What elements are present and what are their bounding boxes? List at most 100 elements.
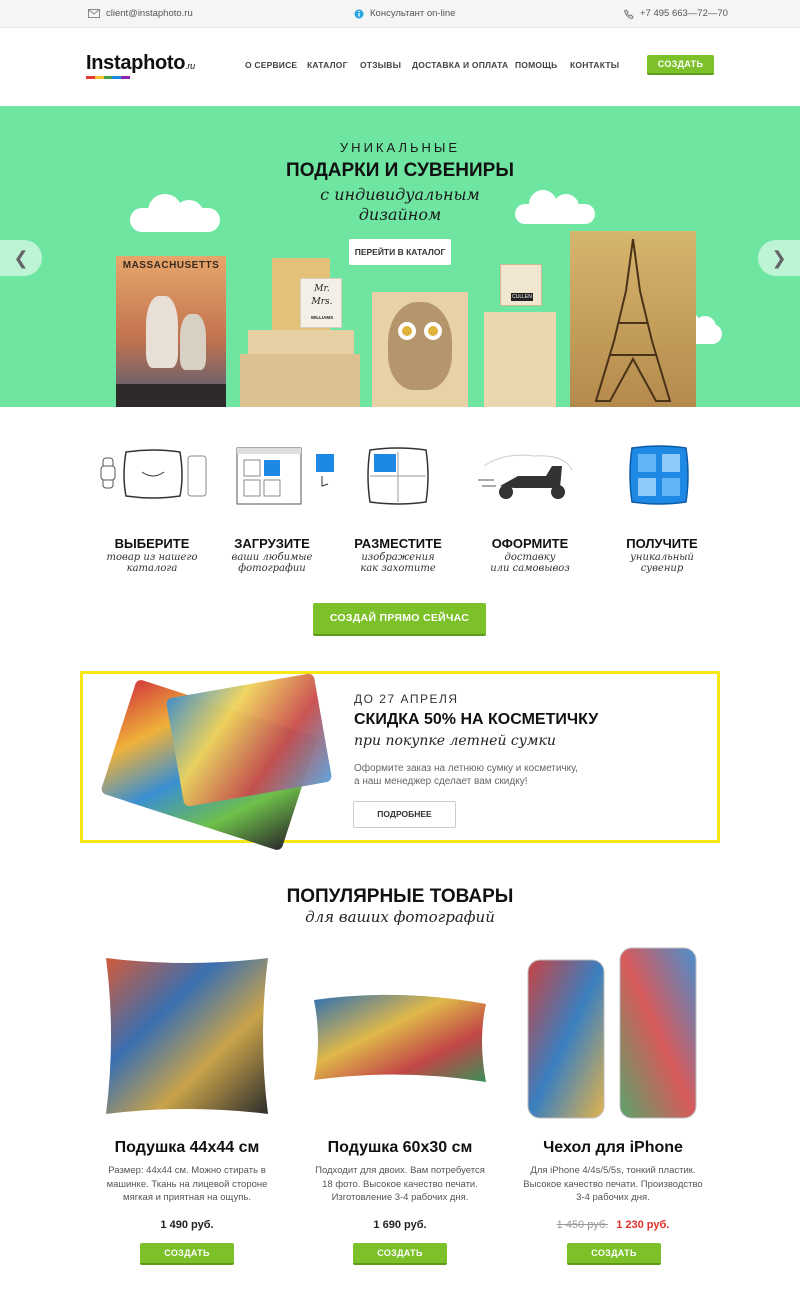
card-line-2: Mrs. (311, 297, 333, 307)
mr-mrs-card: Mr. Mrs. WILLIAMS (300, 278, 342, 328)
step-2-title: ЗАГРУЗИТЕ (234, 536, 310, 551)
eiffel-tower-icon (594, 238, 672, 402)
promo-title: СКИДКА 50% НА КОСМЕТИЧКУ (354, 711, 599, 728)
chevron-left-icon: ❮ (13, 247, 29, 268)
chevron-right-icon: ❯ (771, 247, 787, 268)
product-1-create-button[interactable]: СОЗДАТЬ (140, 1243, 234, 1265)
product-1-desc-line-2: машинке. Ткань на лицевой стороне (106, 1178, 268, 1190)
logo-text: Instaphoto (86, 52, 186, 74)
cullen-label: CULLEN (511, 293, 533, 301)
product-3-name[interactable]: Чехол для iPhone (503, 1139, 723, 1157)
top-bar: client@instaphoto.ru Консультант on-line… (0, 0, 800, 28)
product-3-desc-line-3: 3-4 рабочих дня. (576, 1192, 650, 1203)
promo-text-line-1: Оформите заказ на летнюю сумку и космети… (354, 763, 578, 774)
promo-date: ДО 27 АПРЕЛЯ (354, 692, 459, 706)
product-3-price-block: 1 450 руб. 1 230 руб. (513, 1219, 713, 1231)
product-2-create-button[interactable]: СОЗДАТЬ (353, 1243, 447, 1265)
product-2-description: Подходит для двоих. Вам потребуется 18 ф… (300, 1164, 500, 1205)
product-1-image[interactable] (102, 954, 272, 1118)
step-5-sub-line-1: уникальный (630, 552, 694, 563)
product-3-old-price: 1 450 руб. (556, 1219, 609, 1231)
step-3-sub-line-1: изображения (361, 552, 435, 563)
poster-text: MASSACHUSETTS (122, 260, 220, 271)
step-1-title: ВЫБЕРИТЕ (114, 536, 190, 551)
step-1-sub-line-1: товар из нашего (106, 552, 198, 563)
step-4-sub: доставку или самовывоз (465, 552, 595, 574)
header-create-button[interactable]: СОЗДАТЬ (647, 55, 714, 75)
scooter-icon (478, 454, 573, 499)
consultant-text: Консультант on-line (370, 8, 456, 19)
promo-details-button[interactable]: ПОДРОБНЕЕ (353, 801, 456, 828)
phone-text: +7 495 663—72—70 (640, 8, 728, 19)
nav-contacts[interactable]: КОНТАКТЫ (570, 60, 619, 70)
step-upload-illustration (236, 446, 340, 506)
pillow-44-image (106, 958, 268, 1114)
create-now-button[interactable]: СОЗДАЙ ПРЯМО СЕЙЧАС (313, 603, 486, 636)
step-3-sub: изображения как захотите (333, 552, 463, 574)
product-3-description: Для iPhone 4/4s/5/5s, тонкий пластик. Вы… (513, 1164, 713, 1205)
iphone-case-image (527, 947, 697, 1119)
owl-wood-print (372, 292, 468, 407)
nav-catalog[interactable]: КАТАЛОГ (307, 60, 348, 70)
product-1-desc-line-1: Размер: 44х44 см. Можно стирать в (108, 1165, 266, 1176)
product-1-description: Размер: 44х44 см. Можно стирать в машинк… (87, 1164, 287, 1205)
step-3-title: РАЗМЕСТИТЕ (354, 536, 442, 551)
product-3-desc-line-2: Высокое качество печати. Производство (523, 1178, 703, 1190)
massachusetts-poster: MASSACHUSETTS (116, 256, 226, 407)
gift-pillow-icon (629, 445, 689, 505)
phone-contact[interactable]: +7 495 663—72—70 (624, 8, 728, 19)
product-1-name[interactable]: Подушка 44х44 см (77, 1139, 297, 1157)
consultant-online[interactable]: Консультант on-line (354, 8, 455, 19)
step-5-title: ПОЛУЧИТЕ (626, 536, 698, 551)
slider-next-button[interactable]: ❯ (758, 240, 800, 276)
step-4-sub-line-1: доставку (504, 552, 556, 563)
step-5-sub: уникальный сувенир (597, 552, 727, 574)
email-contact[interactable]: client@instaphoto.ru (88, 8, 193, 19)
card-line-3: WILLIAMS (310, 315, 334, 320)
product-2-desc-line-3: Изготовление 3-4 рабочих дня. (331, 1192, 469, 1203)
promo-text-line-2: а наш менеджер сделает вам скидку! (354, 776, 528, 787)
nav-about[interactable]: О СЕРВИСЕ (245, 60, 297, 70)
pillow-60-image (314, 994, 486, 1082)
nav-delivery[interactable]: ДОСТАВКА И ОПЛАТА (412, 60, 508, 70)
product-2-name[interactable]: Подушка 60х30 см (290, 1139, 510, 1157)
pillow-layout-icon (367, 447, 429, 505)
pedestal-1 (248, 330, 354, 354)
step-delivery-illustration (474, 446, 578, 506)
product-3-image[interactable] (526, 946, 698, 1120)
step-5-sub-line-2: сувенир (640, 563, 684, 574)
product-1-desc-line-3: мягкая и приятная на ощупь. (123, 1192, 251, 1203)
product-2-price: 1 690 руб. (373, 1219, 427, 1231)
promo-subtitle: при покупке летней сумки (354, 733, 556, 749)
product-3-desc-line-1: Для iPhone 4/4s/5/5s, тонкий пластик. (530, 1165, 696, 1176)
card-line-1: Mr. (314, 284, 330, 294)
product-2-image[interactable] (310, 990, 490, 1090)
step-1-sub: товар из нашего каталога (87, 552, 217, 574)
email-text: client@instaphoto.ru (106, 8, 193, 19)
step-4-sub-line-2: или самовывоз (490, 563, 570, 574)
step-4-title: ОФОРМИТЕ (491, 536, 569, 551)
slider-prev-button[interactable]: ❮ (0, 240, 42, 276)
nav-help[interactable]: ПОМОЩЬ (515, 60, 557, 70)
pedestal-3 (484, 312, 556, 407)
popular-title: ПОПУЛЯРНЫЕ ТОВАРЫ (286, 886, 514, 907)
hero-catalog-button[interactable]: ПЕРЕЙТИ В КАТАЛОГ (349, 239, 451, 265)
product-3-sale-price: 1 230 руб. (616, 1219, 670, 1231)
site-header: Instaphoto.ru О СЕРВИСЕ КАТАЛОГ ОТЗЫВЫ Д… (0, 28, 800, 106)
logo-color-stripe (86, 76, 130, 79)
step-3-sub-line-2: как захотите (360, 563, 436, 574)
phone-icon (624, 8, 634, 19)
nav-reviews[interactable]: ОТЗЫВЫ (360, 60, 401, 70)
product-1-price: 1 490 руб. (160, 1219, 214, 1231)
step-receive-illustration (624, 444, 694, 506)
site-logo[interactable]: Instaphoto.ru (86, 52, 195, 75)
logo-tld: .ru (185, 61, 195, 71)
popular-subtitle: для ваших фотографий (305, 908, 495, 926)
product-2-desc-line-1: Подходит для двоих. Вам потребуется (315, 1165, 485, 1176)
pedestal-2 (240, 354, 360, 407)
hero-slider: УНИКАЛЬНЫЕ ПОДАРКИ И СУВЕНИРЫ с индивиду… (0, 106, 800, 407)
cullen-photo-block: CULLEN (500, 264, 542, 306)
product-3-create-button[interactable]: СОЗДАТЬ (567, 1243, 661, 1265)
step-place-illustration (362, 446, 434, 506)
promo-cosmetic-bag-image (100, 665, 333, 853)
